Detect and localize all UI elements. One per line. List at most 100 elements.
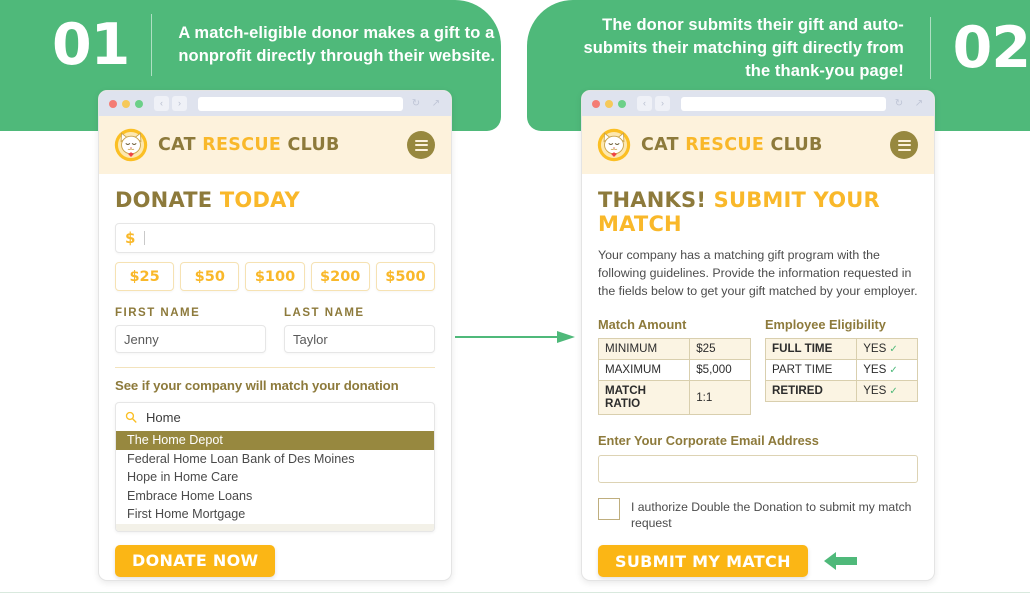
authorize-row: I authorize Double the Donation to submi… [598,497,918,531]
last-name-field: LAST NAME Taylor [284,307,435,353]
eligibility-table-group: Employee Eligibility FULL TIME YES ✓ PART… [764,316,918,415]
first-name-field: FIRST NAME Jenny [115,307,266,353]
close-icon[interactable] [592,99,600,108]
corporate-email-input[interactable] [598,454,918,483]
expand-icon[interactable]: ↗ [912,98,926,109]
table-row: PART TIME YES ✓ [764,358,918,381]
eligibility-table: FULL TIME YES ✓ PART TIME YES ✓ RETIRED YE… [764,337,918,402]
forward-icon[interactable]: › [655,96,670,111]
text-cursor [144,231,146,245]
minimize-icon[interactable] [605,99,613,108]
intro-paragraph: Your company has a matching gift program… [598,248,918,298]
cell-value: YES ✓ [856,337,918,360]
reload-icon[interactable]: ↻ [409,98,423,109]
brand-part-3: CLUB [770,135,823,155]
amount-preset-100[interactable]: $100 [245,262,305,291]
expand-icon[interactable]: ↗ [429,98,443,109]
browser-window-match: ‹ › ↻ ↗ CAT RESCUE CLUB THANKS! SUBMIT Y… [581,90,935,581]
submit-row: SUBMIT MY MATCH [598,545,918,578]
amount-preset-25[interactable]: $25 [115,262,175,291]
eligibility-caption: Employee Eligibility [765,316,886,332]
submit-my-match-button[interactable]: SUBMIT MY MATCH [598,545,808,578]
amount-preset-50[interactable]: $50 [180,262,240,291]
step-description-02: The donor submits their gift and auto-su… [583,16,904,80]
banner-divider [151,14,153,76]
match-amount-caption: Match Amount [598,316,687,332]
donation-form: DONATE TODAY $ $25 $50 $100 $200 $500 FI… [99,174,451,577]
first-name-input[interactable]: Jenny [115,325,266,353]
match-prompt: See if your company will match your dona… [115,378,399,393]
cell-value: 1:1 [689,379,751,415]
back-icon[interactable]: ‹ [154,96,169,111]
suggestion-item-1[interactable]: Federal Home Loan Bank of Des Moines [116,450,434,469]
address-bar[interactable] [681,96,886,111]
logo-wrap[interactable]: CAT RESCUE CLUB [113,127,407,163]
address-bar[interactable] [198,96,403,111]
company-search-input[interactable]: Home [116,403,434,431]
step-description-01: A match-eligible donor makes a gift to a… [178,24,496,65]
maximize-icon[interactable] [135,99,143,108]
window-controls[interactable] [592,99,626,108]
page-title-part-2: TODAY [219,188,300,212]
cell-key: RETIRED [764,379,858,402]
table-row: RETIRED YES ✓ [764,379,918,402]
site-header: CAT RESCUE CLUB [582,116,934,174]
cell-key: MATCH RATIO [597,379,691,415]
cell-key: FULL TIME [764,337,858,360]
suggestion-item-2[interactable]: Hope in Home Care [116,468,434,487]
suggestion-item-0[interactable]: The Home Depot [116,431,434,450]
authorize-checkbox[interactable] [598,497,620,520]
back-icon[interactable]: ‹ [637,96,652,111]
check-icon: ✓ [889,386,898,398]
cell-value-text: YES [863,342,887,356]
navigation-buttons[interactable]: ‹ › [154,96,187,111]
hamburger-menu-icon[interactable] [407,131,435,159]
flow-arrow-right-icon [455,331,575,343]
suggestion-item-4[interactable]: First Home Mortgage [116,505,434,524]
company-search-dropdown: Home The Home Depot Federal Home Loan Ba… [115,402,435,532]
close-icon[interactable] [109,99,117,108]
donate-now-button[interactable]: DONATE NOW [115,544,276,577]
brand-name: CAT RESCUE CLUB [158,135,340,155]
window-controls[interactable] [109,99,143,108]
check-icon: ✓ [889,365,898,377]
minimize-icon[interactable] [122,99,130,108]
cat-logo-icon [597,128,631,162]
cell-value: YES ✓ [856,379,918,402]
reload-icon[interactable]: ↻ [892,98,906,109]
match-amount-table: MINIMUM $25 MAXIMUM $5,000 MATCH RATIO 1… [597,337,751,415]
cell-value: $25 [689,337,751,360]
dropdown-footer [116,523,434,531]
site-header: CAT RESCUE CLUB [99,116,451,174]
amount-preset-500[interactable]: $500 [375,262,436,291]
search-icon [125,411,137,423]
name-fields-row: FIRST NAME Jenny LAST NAME Taylor [115,307,435,353]
navigation-buttons[interactable]: ‹ › [637,96,670,111]
preset-amount-row: $25 $50 $100 $200 $500 [115,262,436,291]
hamburger-menu-icon[interactable] [890,131,918,159]
maximize-icon[interactable] [618,99,626,108]
suggestion-item-3[interactable]: Embrace Home Loans [116,487,434,506]
page-title: THANKS! SUBMIT YOUR MATCH [598,188,918,236]
table-row: MAXIMUM $5,000 [597,358,751,381]
match-amount-table-group: Match Amount MINIMUM $25 MAXIMUM $5,000 … [597,316,751,415]
check-icon: ✓ [889,344,898,356]
first-name-label: FIRST NAME [115,307,201,319]
forward-icon[interactable]: › [172,96,187,111]
cell-value-text: YES [863,363,887,377]
brand-name: CAT RESCUE CLUB [641,135,823,155]
authorize-label: I authorize Double the Donation to submi… [631,499,912,531]
infographic-page: 01 A match-eligible donor makes a gift t… [0,0,1030,593]
last-name-input[interactable]: Taylor [284,325,435,353]
company-search-value: Home [146,409,181,425]
logo-wrap[interactable]: CAT RESCUE CLUB [596,127,890,163]
page-title-part-1: THANKS! [598,188,714,212]
amount-preset-200[interactable]: $200 [310,262,370,291]
amount-input[interactable]: $ [115,223,435,253]
cell-value-text: YES [863,384,887,398]
pointer-arrow-left-icon [823,552,857,571]
table-row: MATCH RATIO 1:1 [597,379,751,415]
step-number-02: 02 [952,14,1030,81]
guidelines-tables: Match Amount MINIMUM $25 MAXIMUM $5,000 … [597,316,918,415]
table-row: MINIMUM $25 [597,337,751,360]
